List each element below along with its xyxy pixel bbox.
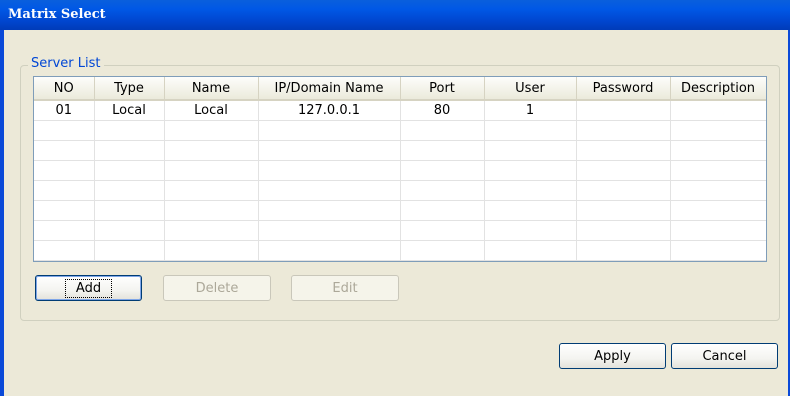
server-list-group-label: Server List (28, 56, 104, 71)
empty-row (34, 120, 766, 141)
column-header-name[interactable]: Name (164, 77, 259, 101)
add-button[interactable]: Add (35, 275, 142, 301)
server-list-table[interactable]: NO Type Name IP/Domain Name Port User Pa… (33, 76, 767, 262)
column-header-port[interactable]: Port (400, 77, 485, 101)
window-title: Matrix Select (8, 7, 106, 22)
cell-name: Local (164, 100, 259, 121)
apply-button[interactable]: Apply (559, 343, 666, 369)
empty-row (34, 200, 766, 221)
column-header-description[interactable]: Description (670, 77, 766, 101)
cell-password (576, 100, 671, 121)
column-header-user[interactable]: User (484, 77, 577, 101)
cancel-button[interactable]: Cancel (671, 343, 778, 369)
cell-no: 01 (34, 100, 95, 121)
empty-row (34, 140, 766, 161)
cell-ip-domain-name: 127.0.0.1 (258, 100, 401, 121)
cell-description (670, 100, 766, 121)
table-row[interactable]: 01 Local Local 127.0.0.1 80 1 (34, 100, 766, 121)
empty-row (34, 240, 766, 261)
window-left-border (0, 30, 4, 396)
empty-row (34, 160, 766, 181)
column-header-password[interactable]: Password (576, 77, 671, 101)
add-button-label: Add (64, 278, 113, 298)
delete-button[interactable]: Delete (163, 275, 271, 301)
matrix-select-dialog: Matrix Select Server List NO Type Name I… (0, 0, 790, 396)
empty-row (34, 220, 766, 241)
column-header-type[interactable]: Type (94, 77, 165, 101)
column-header-row: NO Type Name IP/Domain Name Port User Pa… (34, 77, 766, 101)
empty-row (34, 180, 766, 201)
title-bar[interactable]: Matrix Select (0, 0, 790, 30)
cell-type: Local (94, 100, 165, 121)
cell-port: 80 (400, 100, 485, 121)
column-header-ip-domain-name[interactable]: IP/Domain Name (258, 77, 401, 101)
edit-button[interactable]: Edit (291, 275, 399, 301)
column-header-no[interactable]: NO (34, 77, 95, 101)
cell-user: 1 (484, 100, 577, 121)
